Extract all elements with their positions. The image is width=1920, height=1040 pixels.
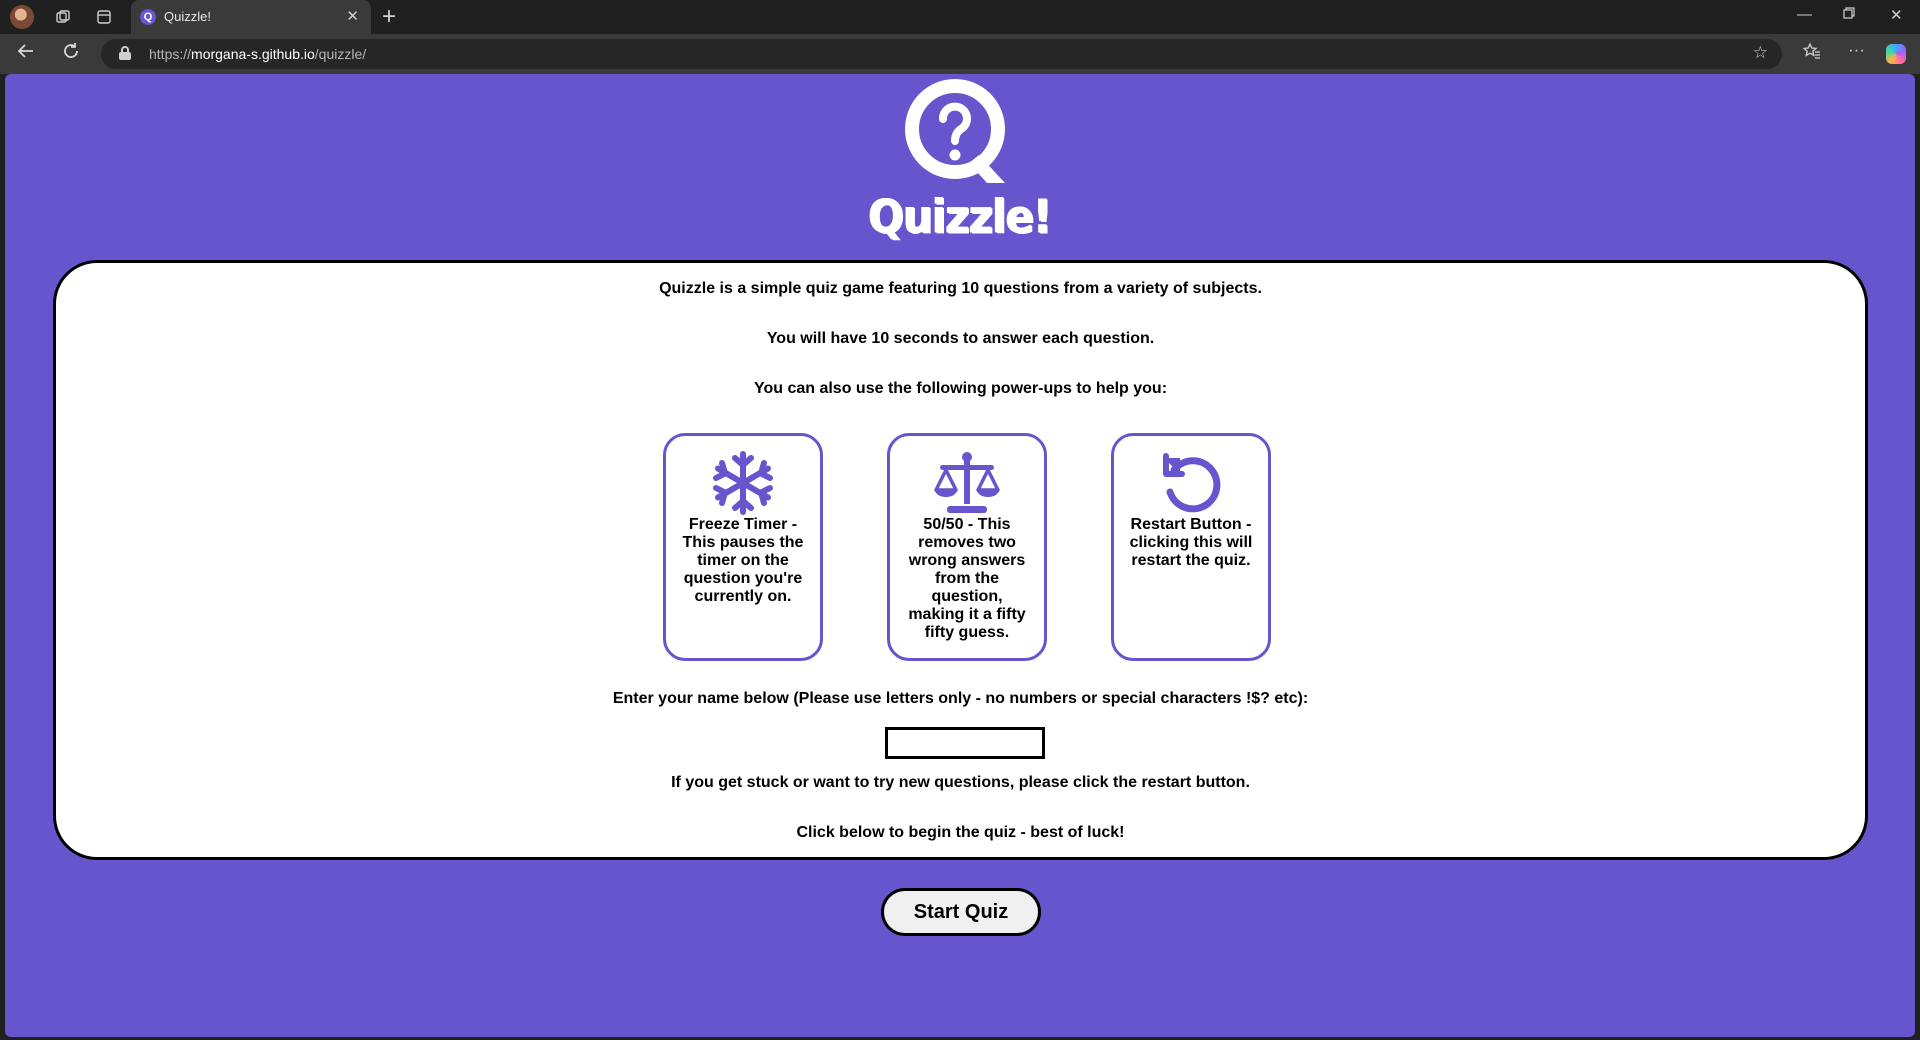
refresh-icon[interactable] — [62, 42, 80, 66]
powerup-freeze-card: Freeze Timer - This pauses the timer on … — [663, 433, 823, 661]
minimize-icon[interactable]: — — [1797, 6, 1812, 23]
tab-actions-icon[interactable] — [93, 6, 115, 28]
profile-avatar[interactable] — [10, 5, 34, 29]
restart-icon — [1163, 453, 1221, 513]
stuck-note: If you get stuck or want to try new ques… — [671, 774, 1250, 791]
url-text: https://morgana-s.github.io/quizzle/ — [149, 46, 367, 62]
more-icon[interactable]: ··· — [1848, 40, 1865, 60]
brand-title: Quizzle! — [868, 189, 1053, 244]
powerups-intro: You can also use the following power-ups… — [753, 380, 1168, 397]
close-icon[interactable]: ✕ — [346, 7, 359, 25]
restore-icon[interactable] — [1843, 6, 1855, 23]
name-prompt: Enter your name below (Please use letter… — [612, 690, 1309, 707]
tab-favicon: Q — [140, 9, 156, 25]
scale-icon — [934, 452, 1000, 513]
address-bar[interactable]: https://morgana-s.github.io/quizzle/ ☆ — [101, 39, 1782, 69]
powerup-restart-card: Restart Button - clicking this will rest… — [1111, 433, 1271, 661]
plus-icon[interactable]: + — [382, 3, 396, 31]
star-icon[interactable]: ☆ — [1753, 43, 1768, 63]
address-bar-row: https://morgana-s.github.io/quizzle/ ☆ ·… — [0, 34, 1920, 74]
lock-icon[interactable] — [119, 46, 131, 60]
start-quiz-button[interactable]: Start Quiz — [881, 888, 1041, 936]
quizzle-logo-icon — [905, 79, 1005, 183]
window-close-icon[interactable]: ✕ — [1890, 6, 1903, 24]
workspaces-icon[interactable] — [52, 6, 74, 28]
intro-text: Quizzle is a simple quiz game featuring … — [659, 280, 1262, 297]
page-viewport: Quizzle! Quizzle is a simple quiz game f… — [5, 74, 1915, 1037]
powerup-restart-text: Restart Button - clicking this will rest… — [1129, 516, 1253, 569]
favorites-icon[interactable] — [1802, 42, 1821, 65]
begin-note: Click below to begin the quiz - best of … — [796, 824, 1125, 841]
snowflake-icon — [713, 451, 773, 515]
copilot-icon[interactable] — [1886, 44, 1906, 64]
name-input[interactable] — [885, 727, 1045, 759]
instructions-card: Quizzle is a simple quiz game featuring … — [53, 260, 1868, 860]
powerup-freeze-text: Freeze Timer - This pauses the timer on … — [682, 516, 804, 605]
tab-title: Quizzle! — [164, 9, 211, 24]
tab-bar: Q Quizzle! ✕ + — ✕ — [0, 0, 1920, 34]
powerup-fifty-card: 50/50 - This removes two wrong answers f… — [887, 433, 1047, 661]
tab-quizzle[interactable]: Q Quizzle! ✕ — [131, 0, 371, 34]
powerup-fifty-text: 50/50 - This removes two wrong answers f… — [908, 516, 1026, 641]
back-icon[interactable] — [17, 42, 35, 66]
timer-note: You will have 10 seconds to answer each … — [766, 330, 1155, 347]
